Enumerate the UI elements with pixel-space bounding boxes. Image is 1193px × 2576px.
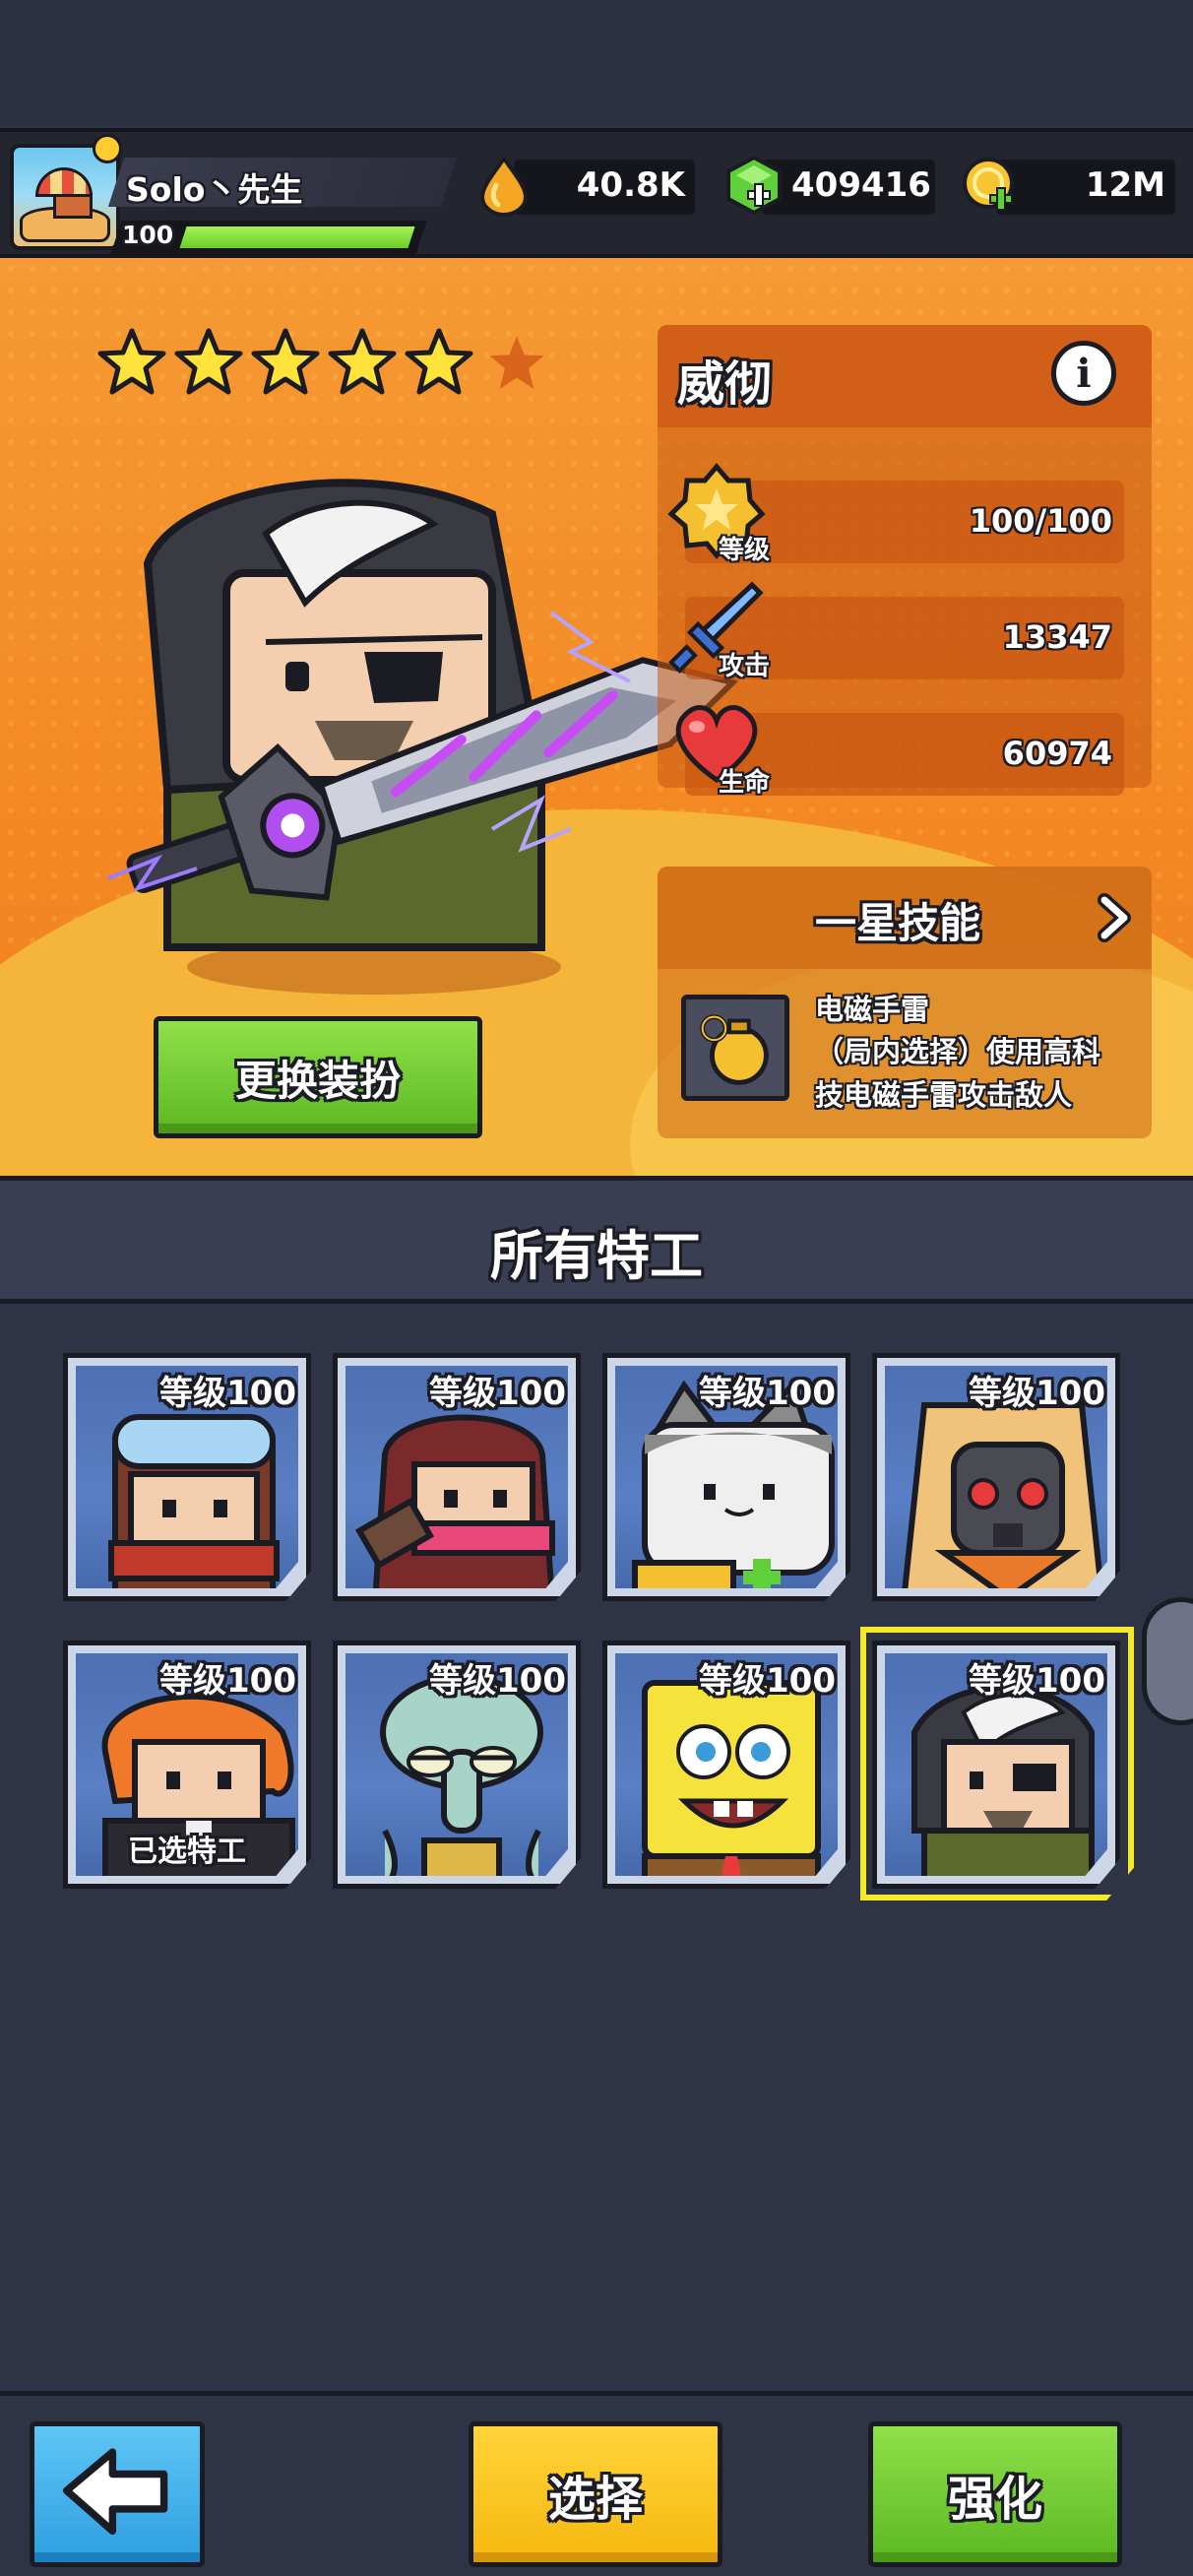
top-bar: Solo丶先生 100 40.8K 409416 12M xyxy=(0,128,1193,258)
gem-value: 409416 xyxy=(791,165,931,205)
agent-card-current[interactable]: 等级100 xyxy=(872,1641,1120,1889)
back-button[interactable] xyxy=(30,2421,205,2567)
agent-card[interactable]: 等级100 xyxy=(333,1353,581,1601)
stat-row-attack: 攻击 13347 xyxy=(668,581,1124,681)
agent-card[interactable]: 等级100 xyxy=(872,1353,1120,1601)
currency-gems[interactable]: 409416 xyxy=(722,155,935,216)
back-arrow-icon xyxy=(62,2448,168,2536)
side-drawer-tab[interactable] xyxy=(1142,1597,1193,1725)
change-outfit-button[interactable]: 更换装扮 xyxy=(154,1016,482,1138)
star-filled-icon xyxy=(251,328,320,395)
bottom-bar: 选择 强化 xyxy=(0,2391,1193,2576)
hero-name: 威彻 xyxy=(677,356,773,412)
currency-oil[interactable]: 40.8K xyxy=(478,156,695,217)
agent-level: 等级100 xyxy=(699,1661,836,1701)
sun-badge-icon xyxy=(93,134,122,163)
hero-showcase: 更换装扮 威彻 i 等级 100/100 攻击 13347 生命 60974 一… xyxy=(0,258,1193,1176)
coin-value: 12M xyxy=(1085,165,1165,205)
currency-coins[interactable]: 12M xyxy=(961,158,1175,215)
stat-row-health: 生命 60974 xyxy=(675,705,1124,798)
roster-header: 所有特工 xyxy=(0,1176,1193,1304)
skill-panel: 一星技能 电磁手雷 （局内选择）使用高科 技电磁手雷攻击敌人 xyxy=(658,867,1152,1138)
stat-value-level: 100/100 xyxy=(969,502,1112,540)
skill-description-line: （局内选择）使用高科 xyxy=(815,1035,1101,1068)
hero-stats-panel: 威彻 i 等级 100/100 攻击 13347 生命 60974 xyxy=(658,325,1152,798)
level-bar-fill xyxy=(179,226,415,248)
upgrade-button[interactable]: 强化 xyxy=(868,2421,1122,2567)
star-empty-icon xyxy=(489,336,544,389)
agent-card[interactable]: 等级100 xyxy=(333,1641,581,1889)
player-level: 100 xyxy=(122,221,174,249)
skill-header-button[interactable]: 一星技能 xyxy=(658,867,1152,969)
stat-value-health: 60974 xyxy=(1002,735,1112,772)
green-gem-icon xyxy=(726,155,782,216)
agent-card[interactable]: 等级100 xyxy=(602,1641,850,1889)
agent-card[interactable]: 等级100 已选特工 xyxy=(63,1641,311,1889)
roster-title: 所有特工 xyxy=(490,1225,703,1287)
stat-row-level: 等级 100/100 xyxy=(667,463,1124,565)
agent-level: 等级100 xyxy=(159,1661,296,1701)
grenade-icon xyxy=(700,1014,769,1085)
select-button[interactable]: 选择 xyxy=(469,2421,722,2567)
star-filled-icon xyxy=(328,328,397,395)
skill-title: 一星技能 xyxy=(815,899,981,947)
agent-card[interactable]: 等级100 xyxy=(63,1353,311,1601)
agent-level: 等级100 xyxy=(429,1661,566,1701)
stat-label-level: 等级 xyxy=(719,536,771,565)
skill-description-line: 技电磁手雷攻击敌人 xyxy=(815,1078,1073,1112)
star-filled-icon xyxy=(97,328,166,395)
player-name: Solo丶先生 xyxy=(126,170,303,209)
stat-value-attack: 13347 xyxy=(1002,618,1112,656)
oil-value: 40.8K xyxy=(576,165,685,205)
stat-label-health: 生命 xyxy=(719,768,771,798)
agent-level: 等级100 xyxy=(699,1374,836,1413)
skill-icon-frame[interactable] xyxy=(681,995,789,1101)
star-filled-icon xyxy=(405,328,473,395)
agent-level: 等级100 xyxy=(969,1661,1105,1701)
avatar-umbrella xyxy=(35,167,93,197)
selected-agent-label: 已选特工 xyxy=(128,1835,246,1869)
gold-coin-icon xyxy=(963,158,1014,211)
agent-level: 等级100 xyxy=(969,1374,1105,1413)
star-filled-icon xyxy=(174,328,243,395)
status-strip xyxy=(0,0,1193,128)
chevron-right-icon xyxy=(1098,893,1131,942)
agent-level: 等级100 xyxy=(429,1374,566,1413)
stat-label-attack: 攻击 xyxy=(719,652,771,681)
skill-description: （局内选择）使用高科 技电磁手雷攻击敌人 xyxy=(815,1030,1140,1117)
oil-drop-icon xyxy=(479,156,529,217)
info-icon[interactable]: i xyxy=(1051,341,1116,406)
agent-card[interactable]: 等级100 xyxy=(602,1353,850,1601)
skill-name: 电磁手雷 xyxy=(815,993,930,1026)
agent-level: 等级100 xyxy=(159,1374,296,1413)
